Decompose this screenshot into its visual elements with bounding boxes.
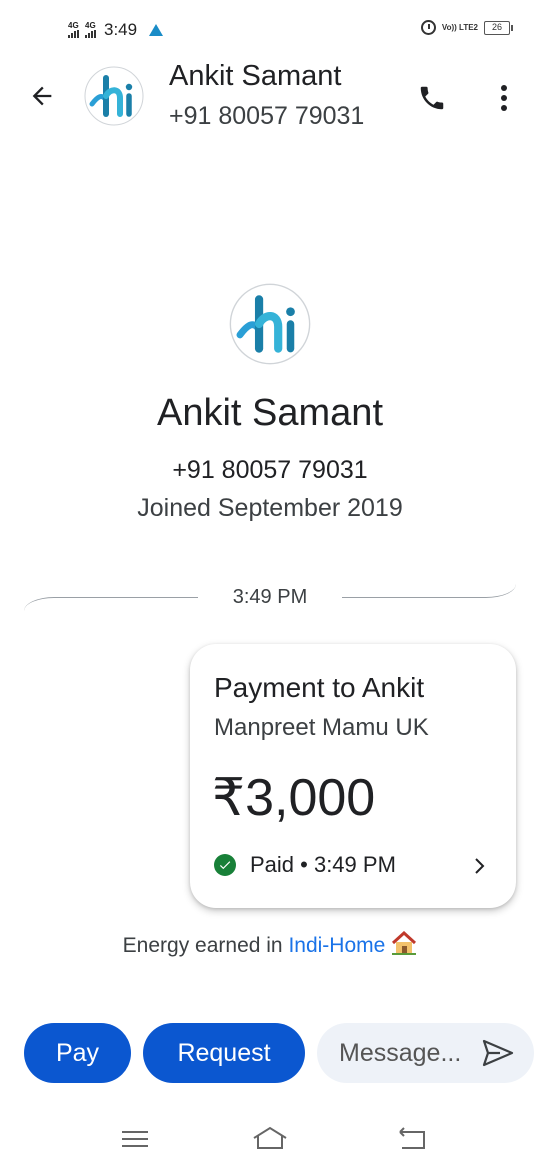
header-contact-name: Ankit Samant <box>169 60 342 92</box>
phone-icon <box>420 86 444 110</box>
volte-label: Vo)) LTE2 <box>441 22 478 32</box>
menu-icon <box>122 1131 148 1147</box>
conversation-header: Ankit Samant +91 80057 79031 <box>0 56 540 136</box>
hi-logo-large-icon <box>229 283 311 365</box>
signal-2-icon: 4G <box>85 22 96 38</box>
profile-phone: +91 80057 79031 <box>172 456 368 484</box>
pay-button[interactable]: Pay <box>24 1023 131 1083</box>
warning-icon <box>149 24 164 36</box>
house-icon <box>391 931 417 956</box>
status-left: 4G 4G 3:49 <box>68 20 164 40</box>
payment-title: Payment to Ankit <box>214 672 425 703</box>
energy-prefix: Energy earned in <box>122 934 289 957</box>
request-button[interactable]: Request <box>143 1023 305 1083</box>
nav-back-button[interactable] <box>394 1122 430 1154</box>
header-contact-phone: +91 80057 79031 <box>169 102 365 130</box>
recent-apps-button[interactable] <box>118 1124 152 1154</box>
payment-details-chevron[interactable] <box>470 856 490 876</box>
status-bar: 4G 4G 3:49 Vo)) LTE2 26 <box>0 0 540 60</box>
payment-card[interactable]: Payment to Ankit Manpreet Mamu UK ₹3,000… <box>190 644 516 908</box>
message-input[interactable] <box>339 1023 479 1083</box>
status-right: Vo)) LTE2 26 <box>420 20 513 35</box>
hi-logo-icon <box>84 66 144 126</box>
more-vert-icon <box>501 85 507 111</box>
status-time: 3:49 <box>104 20 138 39</box>
payment-amount: ₹3,000 <box>212 769 376 827</box>
call-button[interactable] <box>412 78 452 118</box>
payment-note: Manpreet Mamu UK <box>214 714 429 741</box>
battery-icon: 26 <box>484 20 513 35</box>
back-button[interactable] <box>24 78 60 114</box>
check-circle-icon <box>214 854 236 876</box>
energy-earned-line: Energy earned in Indi-Home <box>0 931 540 958</box>
network-2-label: 4G <box>85 21 96 30</box>
send-button[interactable] <box>481 1037 515 1069</box>
payment-status-text: Paid • 3:49 PM <box>250 852 396 877</box>
system-nav-bar <box>0 1110 540 1170</box>
timestamp-divider-right <box>342 582 516 598</box>
home-icon <box>253 1126 287 1149</box>
signal-1-icon: 4G <box>68 22 79 38</box>
home-button[interactable] <box>250 1122 290 1154</box>
arrow-left-icon <box>32 86 52 106</box>
chevron-right-icon <box>475 858 485 874</box>
message-compose <box>317 1023 534 1083</box>
profile-joined-date: Joined September 2019 <box>137 494 403 522</box>
payment-status: Paid • 3:49 PM <box>214 852 396 878</box>
indi-home-link[interactable]: Indi-Home <box>288 934 385 957</box>
profile-avatar <box>229 283 311 365</box>
more-options-button[interactable] <box>486 78 522 118</box>
nav-back-icon <box>399 1127 425 1149</box>
contact-avatar[interactable] <box>84 66 144 126</box>
network-1-label: 4G <box>68 21 79 30</box>
profile-name: Ankit Samant <box>157 392 383 434</box>
send-icon <box>482 1039 514 1067</box>
alarm-icon <box>420 20 436 35</box>
